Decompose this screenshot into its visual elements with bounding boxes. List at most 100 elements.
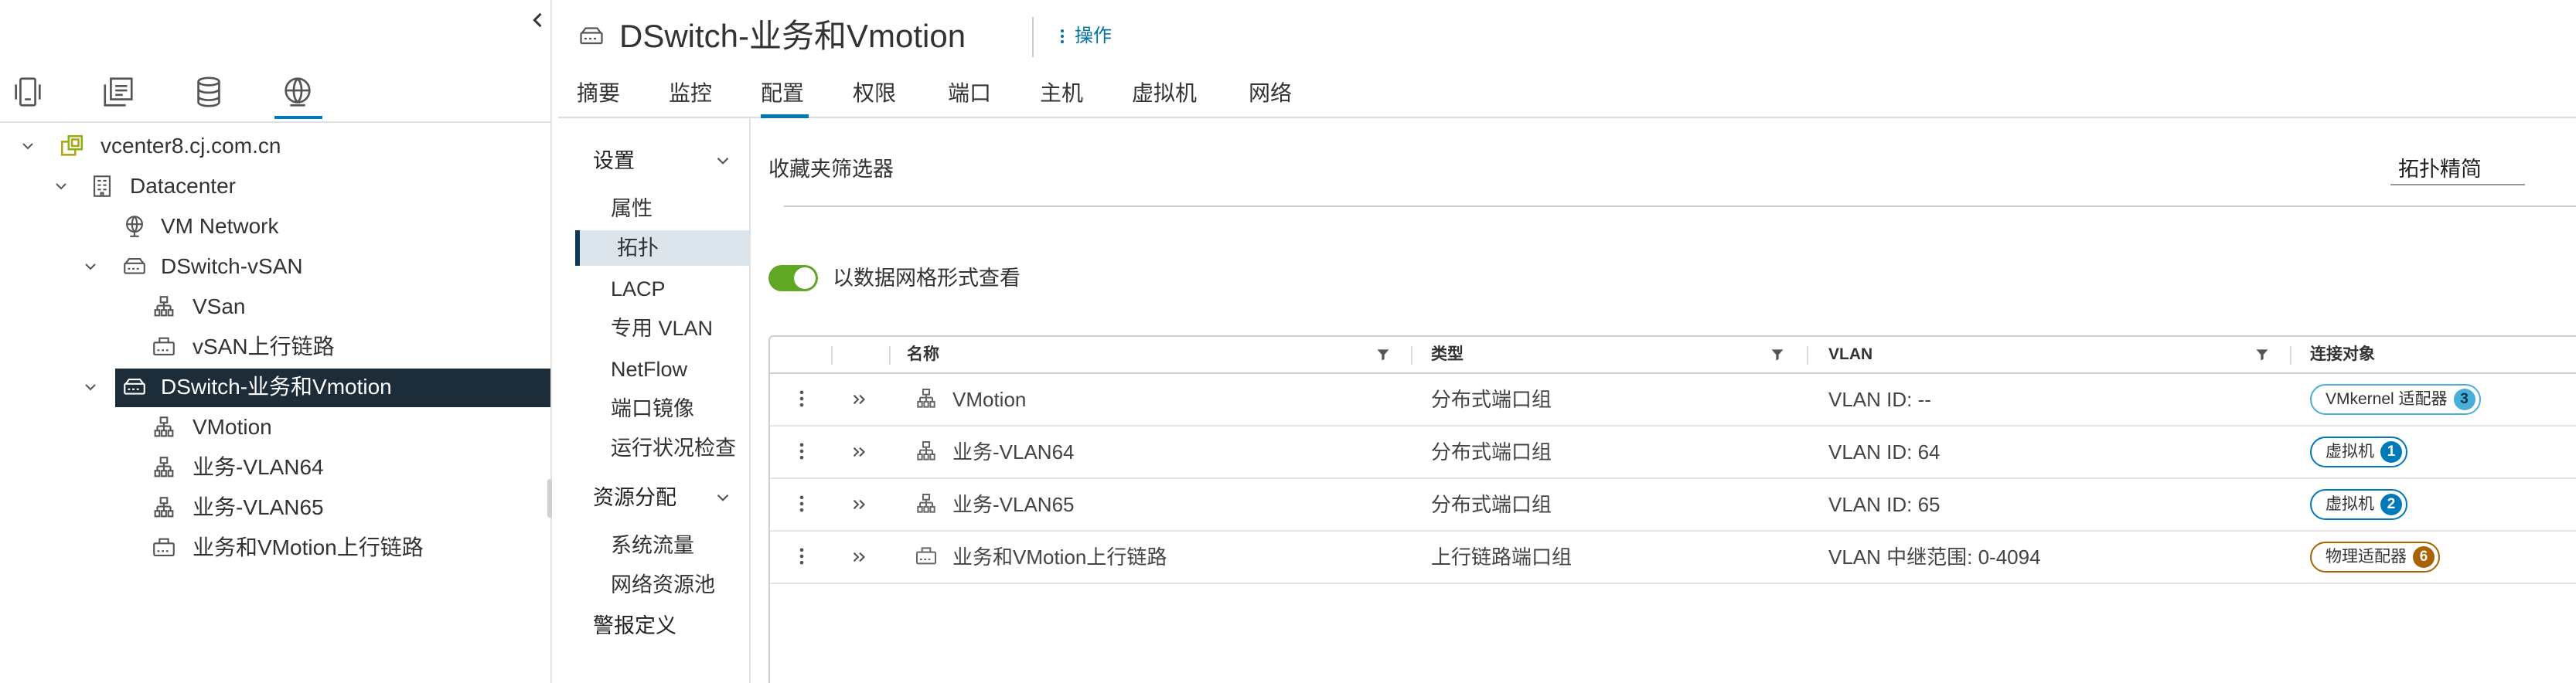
hosts-clusters-icon[interactable] bbox=[10, 74, 46, 110]
tree-node-uplink-port-group[interactable]: vSAN上行链路 bbox=[0, 327, 550, 367]
filter-icon[interactable] bbox=[2254, 347, 2270, 362]
tab-hosts[interactable]: 主机 bbox=[1040, 76, 1083, 111]
column-header-connected-objects[interactable]: 连接对象 bbox=[2310, 337, 2375, 372]
connected-objects-badge[interactable]: 虚拟机 2 bbox=[2310, 489, 2407, 520]
tab-configure[interactable]: 配置 bbox=[761, 76, 804, 111]
filter-icon[interactable] bbox=[1770, 347, 1785, 362]
nav-section-resource-allocation[interactable]: 资源分配 bbox=[593, 482, 676, 513]
nav-item-health-check[interactable]: 运行状况检查 bbox=[611, 433, 736, 464]
nav-item-system-traffic[interactable]: 系统流量 bbox=[611, 530, 694, 561]
grid-view-toggle-label: 以数据网格形式查看 bbox=[833, 267, 1021, 290]
nav-item-properties[interactable]: 属性 bbox=[611, 193, 653, 224]
nav-item-lacp[interactable]: LACP bbox=[611, 274, 666, 304]
networking-icon[interactable] bbox=[280, 74, 315, 110]
filter-icon[interactable] bbox=[1375, 347, 1391, 362]
tree-node-port-group[interactable]: 业务-VLAN65 bbox=[0, 488, 550, 528]
table-row[interactable]: 业务-VLAN64 分布式端口组 VLAN ID: 64 虚拟机 1 bbox=[770, 426, 2576, 479]
chevron-down-icon[interactable] bbox=[81, 378, 100, 396]
badge-label: 物理适配器 bbox=[2326, 548, 2407, 566]
nav-section-alarm-definitions[interactable]: 警报定义 bbox=[593, 610, 676, 641]
datagrid-header: 名称 类型 VLAN 连接对象 bbox=[770, 337, 2576, 374]
tree-node-port-group[interactable]: 业务-VLAN64 bbox=[0, 447, 550, 488]
expand-row-icon[interactable] bbox=[849, 442, 869, 462]
tree-node-uplink-port-group[interactable]: 业务和VMotion上行链路 bbox=[0, 528, 550, 568]
toggle-knob bbox=[794, 267, 816, 289]
row-name[interactable]: 业务-VLAN65 bbox=[952, 479, 1075, 530]
row-actions-icon[interactable] bbox=[791, 388, 813, 409]
nav-item-topology[interactable]: 拓扑 bbox=[617, 233, 659, 263]
tree-node-dswitch-vsan[interactable]: DSwitch-vSAN bbox=[0, 246, 550, 287]
actions-label: 操作 bbox=[1075, 25, 1112, 46]
active-view-tab-indicator bbox=[274, 116, 322, 119]
tree-node-dswitch-selected[interactable]: DSwitch-业务和Vmotion bbox=[0, 367, 550, 407]
table-row[interactable]: VMotion 分布式端口组 VLAN ID: -- VMkernel 适配器 … bbox=[770, 374, 2576, 426]
port-group-icon bbox=[151, 414, 177, 440]
column-resize-handle[interactable] bbox=[2290, 346, 2291, 365]
tab-ports[interactable]: 端口 bbox=[948, 76, 991, 111]
nav-selection-bar bbox=[575, 230, 580, 266]
table-row[interactable]: 业务-VLAN65 分布式端口组 VLAN ID: 65 虚拟机 2 bbox=[770, 479, 2576, 532]
column-header-type[interactable]: 类型 bbox=[1431, 337, 1463, 372]
row-vlan: VLAN ID: 65 bbox=[1828, 493, 1941, 516]
distributed-switch-icon bbox=[121, 374, 148, 400]
tree-node-label: VMotion bbox=[193, 415, 272, 439]
actions-menu-button[interactable]: 操作 bbox=[1053, 24, 1112, 49]
column-header-name[interactable]: 名称 bbox=[907, 337, 939, 372]
expand-row-icon[interactable] bbox=[849, 547, 869, 567]
row-type: 分布式端口组 bbox=[1431, 388, 1552, 411]
tab-vms[interactable]: 虚拟机 bbox=[1132, 76, 1197, 111]
row-name[interactable]: 业务-VLAN64 bbox=[952, 426, 1075, 477]
expand-row-icon[interactable] bbox=[849, 494, 869, 515]
collapse-panel-chevron-left-icon[interactable] bbox=[527, 9, 549, 31]
badge-count: 2 bbox=[2380, 494, 2402, 515]
row-actions-icon[interactable] bbox=[791, 545, 813, 567]
nav-item-port-mirroring[interactable]: 端口镜像 bbox=[611, 393, 694, 424]
tree-node-vm-network[interactable]: VM Network bbox=[0, 206, 550, 246]
nav-item-private-vlan[interactable]: 专用 VLAN bbox=[611, 313, 713, 344]
tree-node-datacenter[interactable]: Datacenter bbox=[0, 166, 550, 206]
column-resize-handle[interactable] bbox=[1411, 346, 1412, 365]
tree-node-port-group[interactable]: VMotion bbox=[0, 407, 550, 447]
row-actions-icon[interactable] bbox=[791, 493, 813, 515]
chevron-down-icon[interactable] bbox=[713, 488, 733, 508]
tab-permissions[interactable]: 权限 bbox=[853, 76, 896, 111]
expand-row-icon[interactable] bbox=[849, 389, 869, 409]
tree-node-vcenter[interactable]: vcenter8.cj.com.cn bbox=[0, 126, 550, 166]
nav-selection-highlight bbox=[575, 230, 749, 266]
divider bbox=[784, 206, 2576, 207]
badge-label: 虚拟机 bbox=[2326, 495, 2374, 513]
badge-count: 1 bbox=[2380, 441, 2402, 463]
vertical-ellipsis-icon bbox=[1053, 27, 1072, 46]
vms-templates-icon[interactable] bbox=[101, 74, 136, 110]
row-actions-icon[interactable] bbox=[791, 440, 813, 462]
row-name[interactable]: 业务和VMotion上行链路 bbox=[952, 532, 1167, 583]
connected-objects-badge[interactable]: 虚拟机 1 bbox=[2310, 437, 2407, 467]
favorites-filter-label: 收藏夹筛选器 bbox=[768, 158, 894, 181]
badge-count: 6 bbox=[2413, 546, 2435, 568]
tab-monitor[interactable]: 监控 bbox=[669, 76, 712, 111]
storage-icon[interactable] bbox=[191, 74, 227, 110]
chevron-down-icon[interactable] bbox=[19, 137, 37, 155]
tab-networks[interactable]: 网络 bbox=[1249, 76, 1292, 111]
topology-view-select[interactable]: 拓扑精简 bbox=[2390, 155, 2525, 185]
table-row[interactable]: 业务和VMotion上行链路 上行链路端口组 VLAN 中继范围: 0-4094… bbox=[770, 532, 2576, 584]
tree-node-label: vcenter8.cj.com.cn bbox=[101, 134, 281, 158]
nav-item-netflow[interactable]: NetFlow bbox=[611, 354, 687, 385]
chevron-down-icon[interactable] bbox=[52, 177, 70, 195]
chevron-down-icon[interactable] bbox=[81, 257, 100, 276]
nav-section-settings[interactable]: 设置 bbox=[593, 145, 635, 176]
column-header-vlan[interactable]: VLAN bbox=[1828, 337, 1872, 372]
distributed-switch-icon bbox=[121, 253, 148, 280]
vcenter-icon bbox=[59, 133, 85, 159]
tree-node-port-group[interactable]: VSan bbox=[0, 287, 550, 327]
connected-objects-badge[interactable]: 物理适配器 6 bbox=[2310, 542, 2440, 573]
nav-item-network-resource-pools[interactable]: 网络资源池 bbox=[611, 569, 715, 600]
chevron-down-icon[interactable] bbox=[713, 151, 733, 171]
panel-resize-handle[interactable] bbox=[547, 479, 552, 518]
connected-objects-badge[interactable]: VMkernel 适配器 3 bbox=[2310, 384, 2481, 415]
tab-summary[interactable]: 摘要 bbox=[577, 76, 620, 111]
grid-view-toggle[interactable] bbox=[768, 265, 818, 291]
column-resize-handle[interactable] bbox=[1807, 346, 1808, 365]
row-name[interactable]: VMotion bbox=[952, 374, 1026, 425]
datacenter-icon bbox=[89, 173, 115, 199]
